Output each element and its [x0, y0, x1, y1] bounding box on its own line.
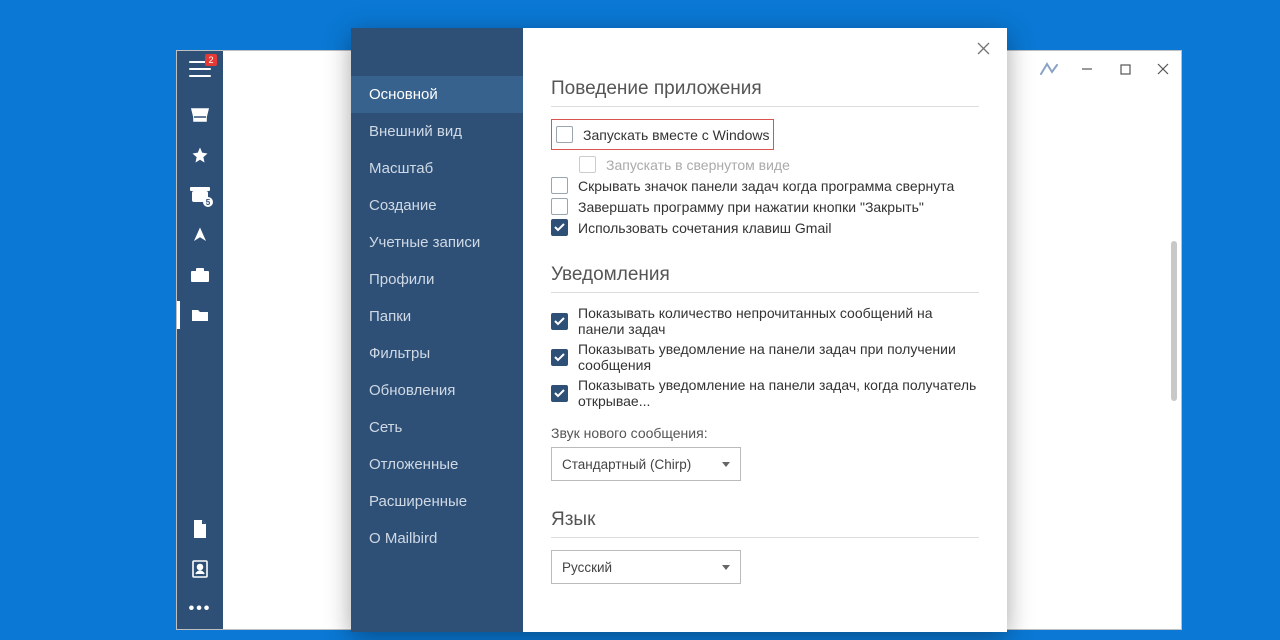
checkbox-label: Показывать количество непрочитанных сооб… [578, 305, 979, 337]
option-exit-on-close[interactable]: Завершать программу при нажатии кнопки "… [551, 198, 979, 215]
checkbox-icon [579, 156, 596, 173]
checkbox-icon[interactable] [551, 177, 568, 194]
section-notifications-title: Уведомления [551, 264, 979, 293]
settings-body: Поведение приложения Запускать вместе с … [523, 28, 1007, 632]
chevron-down-icon [722, 565, 730, 570]
checkbox-icon[interactable] [551, 349, 568, 366]
star-icon[interactable] [189, 145, 211, 165]
select-value: Русский [562, 560, 612, 575]
scrollbar[interactable] [1171, 241, 1177, 401]
option-launch-minimized: Запускать в свернутом виде [579, 156, 979, 173]
close-button[interactable] [1151, 57, 1175, 81]
highlighted-option: Запускать вместе с Windows [551, 119, 774, 150]
dialog-close-icon[interactable] [973, 38, 993, 58]
nav-snoozed[interactable]: Отложенные [351, 446, 523, 483]
checkbox-icon[interactable] [551, 219, 568, 236]
app-logo-icon [1037, 57, 1061, 81]
nav-advanced[interactable]: Расширенные [351, 483, 523, 520]
document-icon[interactable] [189, 519, 211, 539]
maximize-button[interactable] [1113, 57, 1137, 81]
checkbox-label: Использовать сочетания клавиш Gmail [578, 220, 831, 236]
checkbox-label: Показывать уведомление на панели задач, … [578, 377, 979, 409]
section-behavior-title: Поведение приложения [551, 78, 979, 107]
checkbox-icon[interactable] [551, 313, 568, 330]
nav-filters[interactable]: Фильтры [351, 335, 523, 372]
nav-appearance[interactable]: Внешний вид [351, 113, 523, 150]
minimize-button[interactable] [1075, 57, 1099, 81]
app-sidebar: 2 5 ••• [177, 51, 223, 629]
nav-scaling[interactable]: Масштаб [351, 150, 523, 187]
nav-accounts[interactable]: Учетные записи [351, 224, 523, 261]
option-launch-with-windows[interactable]: Запускать вместе с Windows [556, 126, 769, 143]
checkbox-icon[interactable] [551, 385, 568, 402]
unread-badge: 2 [205, 54, 217, 66]
section-language-title: Язык [551, 509, 979, 538]
nav-network[interactable]: Сеть [351, 409, 523, 446]
nav-folders[interactable]: Папки [351, 298, 523, 335]
option-hide-tray[interactable]: Скрывать значок панели задач когда прогр… [551, 177, 979, 194]
send-icon[interactable] [189, 225, 211, 245]
checkbox-icon[interactable] [551, 198, 568, 215]
checkbox-label: Запускать в свернутом виде [606, 157, 790, 173]
inbox-icon[interactable] [189, 105, 211, 125]
nav-profiles[interactable]: Профили [351, 261, 523, 298]
nav-updates[interactable]: Обновления [351, 372, 523, 409]
checkbox-label: Скрывать значок панели задач когда прогр… [578, 178, 954, 194]
archive-icon[interactable]: 5 [189, 185, 211, 205]
more-icon[interactable]: ••• [189, 599, 211, 619]
checkbox-label: Завершать программу при нажатии кнопки "… [578, 199, 924, 215]
settings-dialog: Основной Внешний вид Масштаб Создание Уч… [351, 28, 1007, 632]
option-show-new[interactable]: Показывать уведомление на панели задач п… [551, 341, 979, 373]
checkbox-label: Запускать вместе с Windows [583, 127, 769, 143]
checkbox-label: Показывать уведомление на панели задач п… [578, 341, 979, 373]
checkbox-icon[interactable] [556, 126, 573, 143]
window-controls [1037, 57, 1175, 81]
sound-label: Звук нового сообщения: [551, 425, 979, 441]
settings-nav: Основной Внешний вид Масштаб Создание Уч… [351, 28, 523, 632]
option-gmail-shortcuts[interactable]: Использовать сочетания клавиш Gmail [551, 219, 979, 236]
chevron-down-icon [722, 462, 730, 467]
sound-select[interactable]: Стандартный (Chirp) [551, 447, 741, 481]
contacts-icon[interactable] [189, 559, 211, 579]
language-select[interactable]: Русский [551, 550, 741, 584]
menu-toggle[interactable]: 2 [189, 59, 211, 79]
nav-general[interactable]: Основной [351, 76, 523, 113]
select-value: Стандартный (Chirp) [562, 457, 691, 472]
option-show-count[interactable]: Показывать количество непрочитанных сооб… [551, 305, 979, 337]
option-show-open[interactable]: Показывать уведомление на панели задач, … [551, 377, 979, 409]
folder-icon[interactable] [189, 305, 211, 325]
nav-about[interactable]: О Mailbird [351, 520, 523, 557]
nav-compose[interactable]: Создание [351, 187, 523, 224]
toolbox-icon[interactable] [189, 265, 211, 285]
